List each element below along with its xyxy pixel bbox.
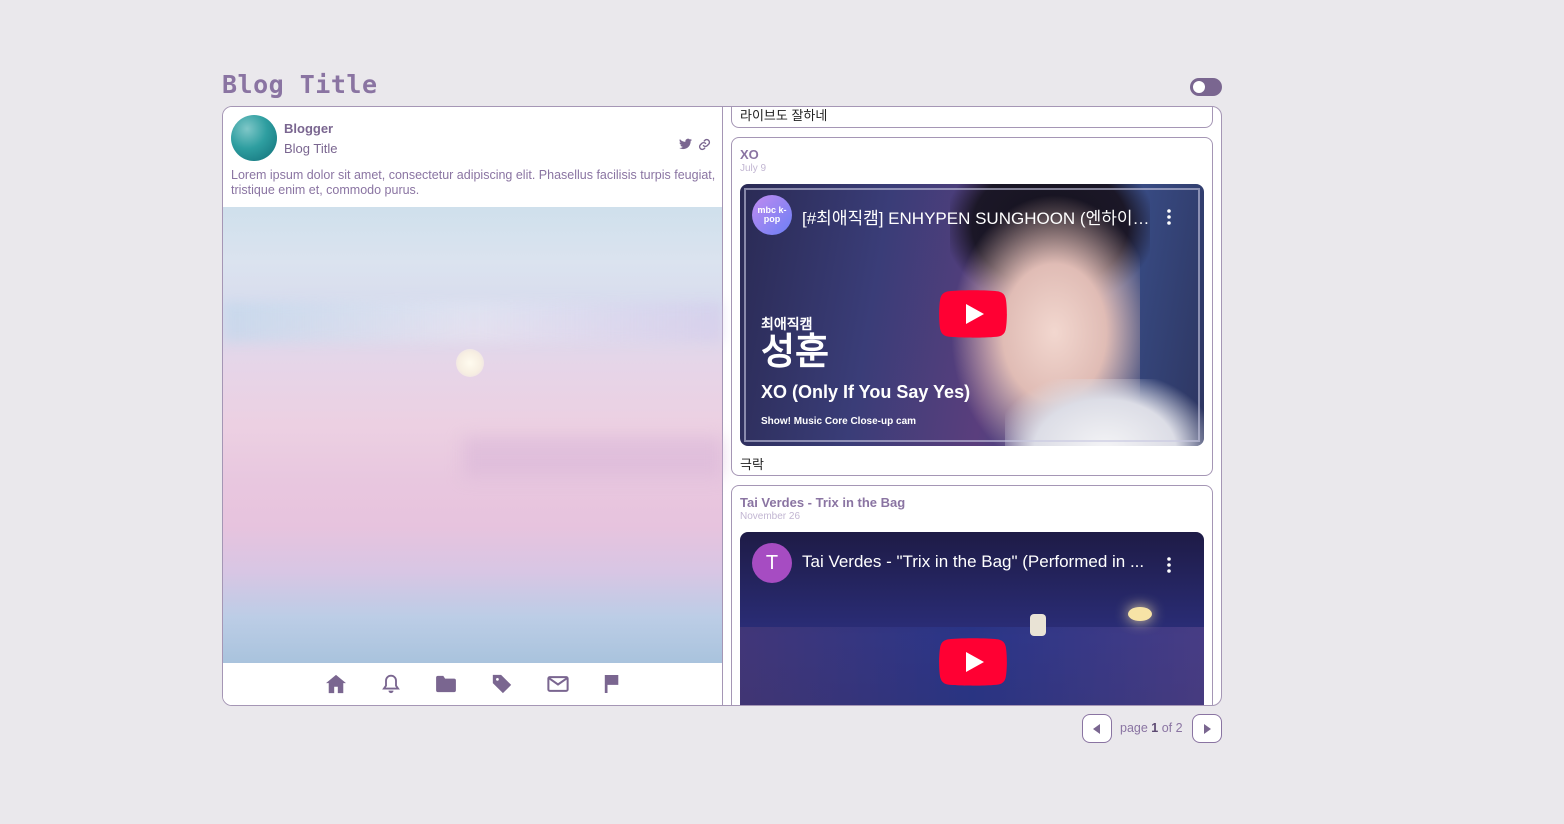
avatar[interactable] bbox=[231, 115, 277, 161]
caret-right-icon bbox=[1204, 723, 1211, 734]
next-page-button[interactable] bbox=[1192, 714, 1222, 743]
mail-icon[interactable] bbox=[546, 675, 569, 693]
overlay-show: Show! Music Core Close-up cam bbox=[761, 416, 917, 427]
caret-left-icon bbox=[1093, 723, 1100, 734]
blog-description: Lorem ipsum dolor sit amet, consectetur … bbox=[231, 168, 716, 197]
video-title[interactable]: [#최애직캠] ENHYPEN SUNGHOON (엔하이픈 성훈) - XO … bbox=[802, 204, 1152, 229]
channel-initial: T bbox=[765, 551, 779, 574]
post-title[interactable]: Tai Verdes - Trix in the Bag bbox=[740, 495, 905, 510]
moon bbox=[456, 349, 484, 377]
post-caption: 극락 bbox=[740, 457, 764, 472]
overlay-song: XO (Only If You Say Yes) bbox=[761, 382, 971, 402]
channel-avatar[interactable]: T bbox=[752, 543, 792, 583]
channel-avatar[interactable]: mbc k-pop bbox=[752, 195, 792, 235]
post-date[interactable]: July 9 bbox=[740, 163, 766, 174]
overlay-name: 성훈 bbox=[761, 331, 830, 372]
play-button-icon[interactable] bbox=[939, 290, 1007, 338]
main-frame: Blogger Blog Title Lorem ipsum dolor sit… bbox=[222, 106, 1222, 706]
page-of: of bbox=[1161, 721, 1173, 735]
twitter-icon[interactable] bbox=[679, 138, 692, 150]
video-thumbnail-bg bbox=[1128, 607, 1152, 621]
tag-icon[interactable] bbox=[491, 673, 513, 695]
total-pages: 2 bbox=[1175, 721, 1183, 735]
theme-toggle[interactable] bbox=[1190, 78, 1222, 96]
post-card: XO July 9 mbc k-pop [#최애직캠] ENHYPEN SUNG… bbox=[731, 137, 1213, 476]
post-title[interactable]: XO bbox=[740, 147, 759, 162]
more-options-icon[interactable] bbox=[1162, 208, 1176, 226]
current-page: 1 bbox=[1151, 721, 1159, 735]
blogger-name: Blogger bbox=[284, 121, 334, 136]
video-thumbnail-bg bbox=[1030, 614, 1046, 636]
post-card: Tai Verdes - Trix in the Bag November 26… bbox=[731, 485, 1213, 705]
post-date[interactable]: November 26 bbox=[740, 511, 800, 522]
post-feed[interactable]: 라이브도 잘하네 XO July 9 mbc k-pop [#최애직캠] ENH… bbox=[723, 107, 1221, 705]
home-icon[interactable] bbox=[325, 674, 347, 694]
prev-page-button[interactable] bbox=[1082, 714, 1112, 743]
video-embed[interactable]: mbc k-pop [#최애직캠] ENHYPEN SUNGHOON (엔하이픈… bbox=[740, 184, 1204, 446]
more-options-icon[interactable] bbox=[1162, 556, 1176, 574]
page-prefix: page bbox=[1120, 721, 1148, 735]
post-text: 라이브도 잘하네 bbox=[740, 108, 828, 123]
cloud-band bbox=[463, 437, 723, 477]
folder-icon[interactable] bbox=[435, 675, 457, 693]
blog-subtitle: Blog Title bbox=[284, 141, 338, 156]
channel-name: mbc k-pop bbox=[757, 205, 787, 224]
play-button-icon[interactable] bbox=[939, 638, 1007, 686]
bottom-nav bbox=[223, 663, 722, 705]
link-icon[interactable] bbox=[697, 138, 712, 151]
blog-title[interactable]: Blog Title bbox=[222, 70, 378, 99]
flag-icon[interactable] bbox=[603, 674, 621, 694]
header-image bbox=[223, 207, 723, 663]
cloud-band bbox=[223, 302, 722, 342]
social-links bbox=[679, 138, 712, 151]
video-title[interactable]: Tai Verdes - "Trix in the Bag" (Performe… bbox=[802, 552, 1152, 572]
sidebar: Blogger Blog Title Lorem ipsum dolor sit… bbox=[223, 107, 723, 705]
video-embed[interactable]: T Tai Verdes - "Trix in the Bag" (Perfor… bbox=[740, 532, 1204, 705]
toggle-knob bbox=[1193, 81, 1205, 93]
page-indicator: page 1 of 2 bbox=[1120, 721, 1183, 735]
bell-icon[interactable] bbox=[381, 673, 401, 695]
post-card: 라이브도 잘하네 bbox=[731, 107, 1213, 128]
